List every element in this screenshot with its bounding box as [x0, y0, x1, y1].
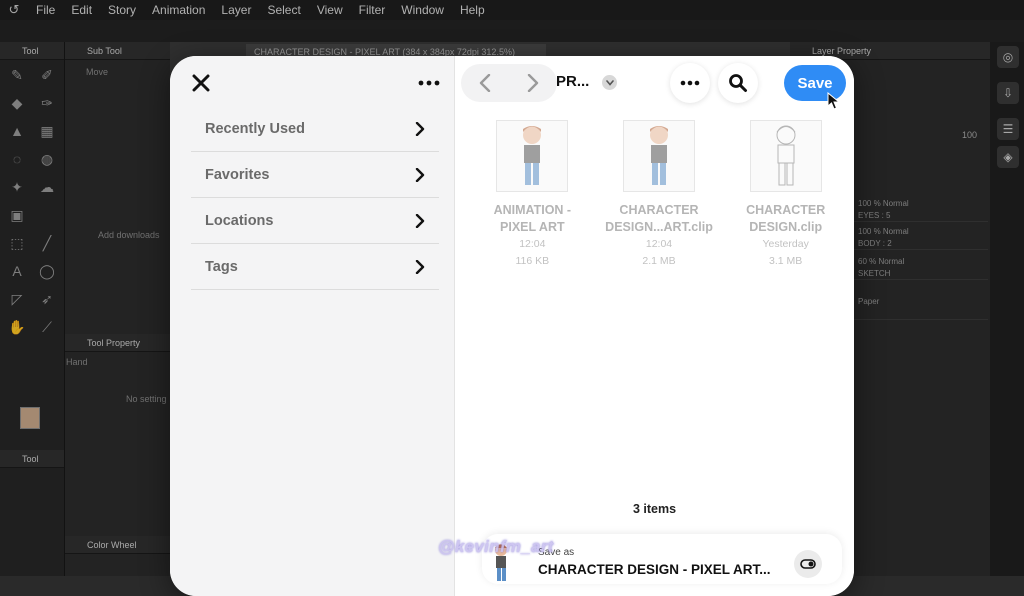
save-as-filename-field[interactable]: CHARACTER DESIGN - PIXEL ART... [538, 562, 771, 577]
ellipsis-icon [680, 80, 700, 86]
folder-title[interactable]: PR... [556, 73, 589, 90]
file-thumbnail [496, 120, 569, 192]
chevron-right-icon [415, 213, 425, 228]
sidebar-item-favorites[interactable]: Favorites [191, 152, 439, 198]
character-sketch-thumbnail-icon [776, 125, 796, 186]
more-options-button[interactable] [670, 63, 710, 103]
ellipsis-icon [418, 80, 440, 86]
watermark-text: @kevinfm_art [438, 537, 554, 556]
sidebar-item-recently-used[interactable]: Recently Used [191, 106, 439, 152]
pointer-cursor-icon [827, 92, 841, 110]
file-time: Yesterday [762, 238, 809, 250]
close-button[interactable] [188, 70, 214, 96]
file-size: 2.1 MB [642, 255, 676, 267]
sidebar-item-label: Favorites [205, 166, 270, 183]
file-tile-animation[interactable]: ANIMATION - PIXEL ART 12:04 116 KB [469, 120, 596, 270]
close-icon [192, 74, 210, 92]
chevron-right-icon [415, 167, 425, 182]
save-dialog: Recently Used Favorites Locations Tags P… [170, 56, 854, 596]
sidebar-item-label: Locations [205, 212, 274, 229]
file-name: DESIGN.clip [749, 220, 823, 234]
navigation-pill [461, 64, 557, 102]
folder-menu-button[interactable] [602, 75, 617, 90]
sidebar-item-label: Tags [205, 258, 238, 275]
character-thumbnail-icon [650, 126, 668, 185]
back-button[interactable] [470, 68, 500, 98]
file-tile-character-design[interactable]: CHARACTER DESIGN.clip Yesterday 3.1 MB [722, 120, 849, 270]
toggle-icon [800, 559, 816, 569]
file-grid: ANIMATION - PIXEL ART 12:04 116 KB CHARA… [469, 120, 849, 270]
file-thumbnail [623, 120, 695, 192]
file-size: 3.1 MB [769, 255, 803, 267]
file-time: 12:04 [519, 238, 546, 250]
options-toggle-button[interactable] [794, 550, 822, 578]
file-name: CHARACTER [746, 203, 826, 217]
file-tile-character-design-pixel-art[interactable]: CHARACTER DESIGN...ART.clip 12:04 2.1 MB [596, 120, 723, 270]
file-name: DESIGN...ART.clip [605, 220, 713, 234]
sidebar-item-locations[interactable]: Locations [191, 198, 439, 244]
forward-button[interactable] [518, 68, 548, 98]
chevron-right-icon [527, 74, 539, 92]
chevron-right-icon [415, 259, 425, 274]
search-icon [729, 74, 747, 92]
character-thumbnail-icon [523, 126, 542, 185]
file-name: PIXEL ART [500, 220, 565, 234]
file-thumbnail [749, 120, 822, 192]
items-count: 3 items [632, 502, 677, 516]
browse-sidebar: Recently Used Favorites Locations Tags [170, 56, 455, 596]
chevron-down-icon [605, 79, 614, 86]
search-button[interactable] [718, 63, 758, 103]
file-name: CHARACTER [619, 203, 699, 217]
file-name: ANIMATION - [493, 203, 572, 217]
file-browser: PR... Save ANIMATION - PIXEL ART 12:04 1… [455, 56, 854, 596]
file-time: 12:04 [645, 238, 673, 250]
sidebar-list: Recently Used Favorites Locations Tags [191, 106, 439, 290]
sidebar-more-button[interactable] [414, 70, 444, 96]
sidebar-item-tags[interactable]: Tags [191, 244, 439, 290]
chevron-right-icon [415, 121, 425, 136]
file-size: 116 KB [515, 255, 550, 267]
sidebar-item-label: Recently Used [205, 120, 305, 137]
chevron-left-icon [479, 74, 491, 92]
